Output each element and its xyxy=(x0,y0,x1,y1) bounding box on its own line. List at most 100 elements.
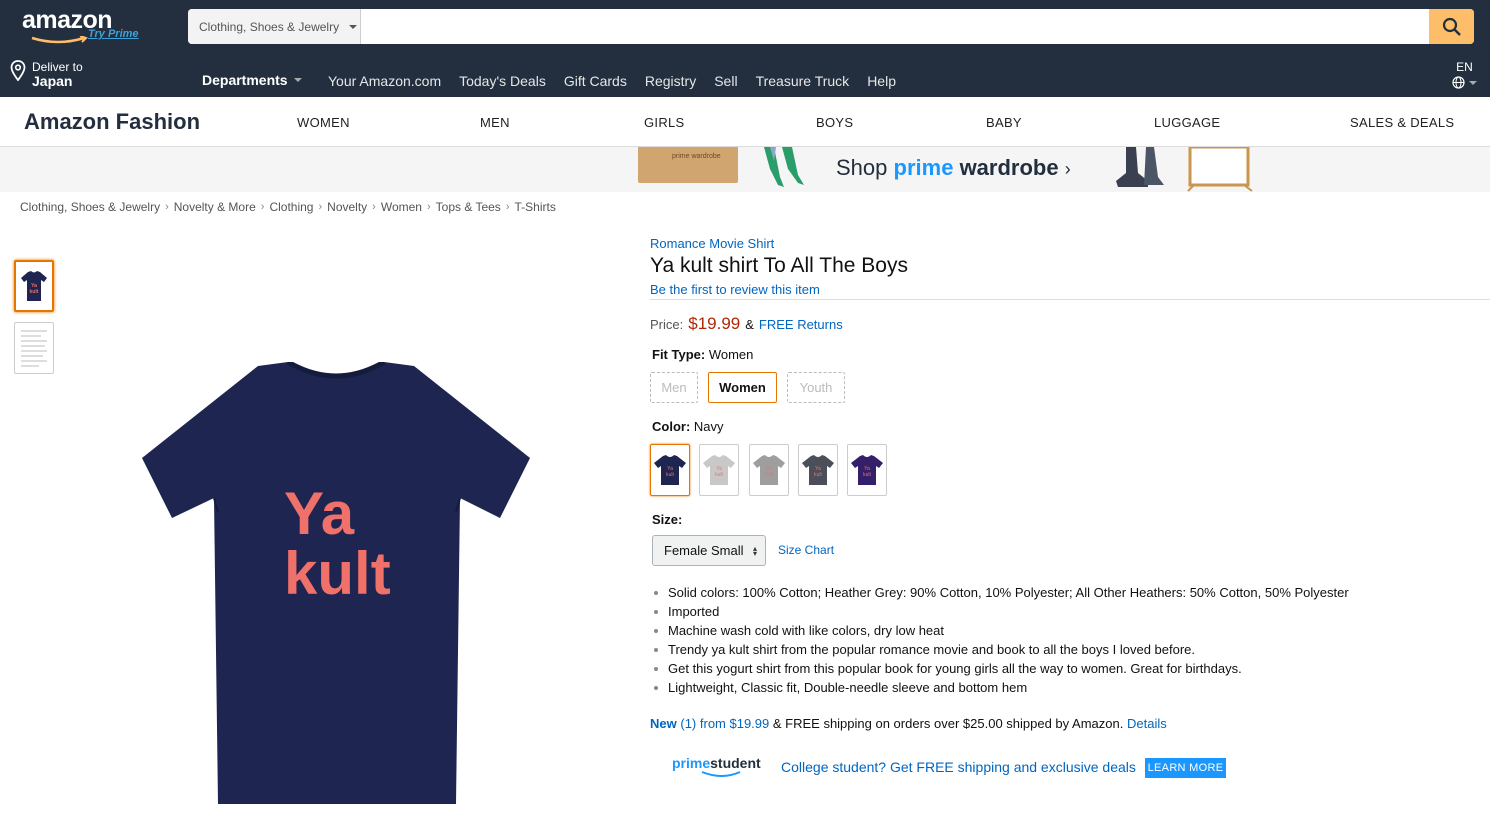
breadcrumb-item[interactable]: Tops & Tees xyxy=(436,200,501,214)
fit-option-women[interactable]: Women xyxy=(708,372,777,403)
tshirt-swatch-icon: Ya kult xyxy=(654,455,686,485)
nav-link-registry[interactable]: Registry xyxy=(645,73,696,89)
globe-icon xyxy=(1452,76,1465,89)
new-offers-from[interactable]: from $19.99 xyxy=(700,716,769,731)
list-item: Get this yogurt shirt from this popular … xyxy=(652,659,1349,678)
search-button[interactable] xyxy=(1429,9,1474,44)
fashion-nav-luggage[interactable]: LUGGAGE xyxy=(1154,115,1220,130)
chevron-down-icon xyxy=(1469,80,1477,85)
nav-link-sell[interactable]: Sell xyxy=(714,73,737,89)
fashion-nav-women[interactable]: WOMEN xyxy=(297,115,350,130)
fashion-nav-sales-deals[interactable]: SALES & DEALS xyxy=(1350,115,1454,130)
fashion-nav-men[interactable]: MEN xyxy=(480,115,510,130)
breadcrumb-item[interactable]: Novelty & More xyxy=(174,200,256,214)
search-category-label: Clothing, Shoes & Jewelry xyxy=(199,19,340,34)
thumbnail-size-chart[interactable] xyxy=(14,322,54,374)
fit-type-label: Fit Type: xyxy=(652,347,706,362)
box-label: prime wardrobe xyxy=(672,153,721,160)
fit-option-youth[interactable]: Youth xyxy=(787,372,845,403)
fashion-nav: Amazon Fashion WOMEN MEN GIRLS BOYS BABY… xyxy=(0,97,1490,147)
breadcrumb-separator: › xyxy=(318,201,323,213)
top-nav: amazon Try Prime Clothing, Shoes & Jewel… xyxy=(0,0,1490,97)
price-label: Price: xyxy=(650,317,684,332)
color-swatch-grey[interactable]: Ya kult xyxy=(749,444,789,496)
color-swatch-navy[interactable]: Ya kult xyxy=(650,444,690,496)
thumbnail-shirt[interactable]: Ya kult xyxy=(14,260,54,312)
nav-link-todays-deals[interactable]: Today's Deals xyxy=(459,73,546,89)
prime-student-prime: prime xyxy=(672,755,711,771)
banner-shop: Shop xyxy=(836,155,888,180)
chevron-right-icon: › xyxy=(1064,159,1071,179)
deliver-to[interactable]: Deliver to Japan xyxy=(10,60,83,88)
logo-smile-icon xyxy=(31,36,88,44)
size-chart-link[interactable]: Size Chart xyxy=(778,543,834,557)
svg-text:kult: kult xyxy=(863,472,871,478)
prime-wardrobe-banner[interactable]: prime wardrobe Shop prime wardrobe › xyxy=(0,147,1490,192)
breadcrumb-item[interactable]: T-Shirts xyxy=(514,200,555,214)
svg-text:kult: kult xyxy=(765,472,773,478)
chevron-down-icon xyxy=(293,78,302,82)
breadcrumb-item[interactable]: Women xyxy=(381,200,422,214)
breadcrumb-item[interactable]: Clothing xyxy=(269,200,313,214)
deliver-label: Deliver to xyxy=(32,60,83,74)
prime-student-student: student xyxy=(710,755,761,771)
breadcrumb-separator: › xyxy=(426,201,431,213)
college-student-link[interactable]: College student? Get FREE shipping and e… xyxy=(781,759,1136,775)
tshirt-thumbnail-icon: Ya kult xyxy=(21,271,47,301)
color-swatch-dark-heather[interactable]: Ya kult xyxy=(798,444,838,496)
size-row: Size: xyxy=(652,512,682,527)
new-offers-count[interactable]: (1) xyxy=(680,716,696,731)
brand-link[interactable]: Romance Movie Shirt xyxy=(650,236,774,251)
svg-text:kult: kult xyxy=(666,472,674,478)
color-row: Color: Navy xyxy=(652,419,724,434)
size-selected: Female Small xyxy=(664,543,744,558)
tshirt-swatch-icon: Ya kult xyxy=(802,455,834,485)
list-item: Solid colors: 100% Cotton; Heather Grey:… xyxy=(652,583,1349,602)
tshirt-swatch-icon: Ya kult xyxy=(851,455,883,485)
fashion-nav-baby[interactable]: BABY xyxy=(986,115,1022,130)
search-category-dropdown[interactable]: Clothing, Shoes & Jewelry xyxy=(188,9,361,44)
nav-links: Your Amazon.com Today's Deals Gift Cards… xyxy=(328,73,896,89)
breadcrumb-item[interactable]: Clothing, Shoes & Jewelry xyxy=(20,200,160,214)
nav-link-help[interactable]: Help xyxy=(867,73,896,89)
review-link[interactable]: Be the first to review this item xyxy=(650,282,820,297)
size-chart-thumbnail-icon xyxy=(21,330,47,367)
amazon-logo[interactable]: amazon Try Prime xyxy=(22,6,139,44)
fashion-nav-boys[interactable]: BOYS xyxy=(816,115,853,130)
free-returns-link[interactable]: FREE Returns xyxy=(759,317,843,332)
nav-link-treasure-truck[interactable]: Treasure Truck xyxy=(756,73,850,89)
offer-shipping-text: & FREE shipping on orders over $25.00 sh… xyxy=(772,716,1124,731)
tshirt-swatch-icon: Ya kult xyxy=(703,455,735,485)
product-main-image[interactable]: Ya kult xyxy=(140,362,532,806)
product-title: Ya kult shirt To All The Boys xyxy=(650,254,908,277)
new-offers-link[interactable]: New xyxy=(650,716,677,731)
heels-image-icon xyxy=(764,147,804,187)
try-prime-link[interactable]: Try Prime xyxy=(88,28,139,40)
search-icon xyxy=(1442,17,1461,36)
breadcrumb-separator: › xyxy=(372,201,376,213)
departments-menu[interactable]: Departments xyxy=(202,72,302,88)
list-item: Machine wash cold with like colors, dry … xyxy=(652,621,1349,640)
breadcrumb-item[interactable]: Novelty xyxy=(327,200,367,214)
size-dropdown[interactable]: Female Small ▴ ▾ xyxy=(652,535,766,566)
learn-more-button[interactable]: LEARN MORE xyxy=(1145,758,1226,778)
prime-smile-icon xyxy=(701,771,741,777)
prime-wardrobe-box-image: prime wardrobe xyxy=(638,147,738,183)
details-link[interactable]: Details xyxy=(1127,716,1167,731)
language-selector[interactable]: EN xyxy=(1452,60,1477,89)
search-input[interactable] xyxy=(361,9,1429,44)
fashion-nav-girls[interactable]: GIRLS xyxy=(644,115,685,130)
color-swatch-heather-grey[interactable]: Ya kult xyxy=(699,444,739,496)
fashion-title[interactable]: Amazon Fashion xyxy=(24,109,200,135)
list-item: Imported xyxy=(652,602,1349,621)
nav-link-your-amazon[interactable]: Your Amazon.com xyxy=(328,73,441,89)
color-swatch-purple[interactable]: Ya kult xyxy=(847,444,887,496)
banner-prime: prime xyxy=(893,155,954,180)
color-label: Color: xyxy=(652,419,691,434)
language-code: EN xyxy=(1456,60,1473,74)
color-selected: Navy xyxy=(693,419,724,434)
nav-link-gift-cards[interactable]: Gift Cards xyxy=(564,73,627,89)
fit-option-men[interactable]: Men xyxy=(650,372,698,403)
location-pin-icon xyxy=(10,60,26,82)
list-item: Lightweight, Classic fit, Double-needle … xyxy=(652,678,1349,697)
